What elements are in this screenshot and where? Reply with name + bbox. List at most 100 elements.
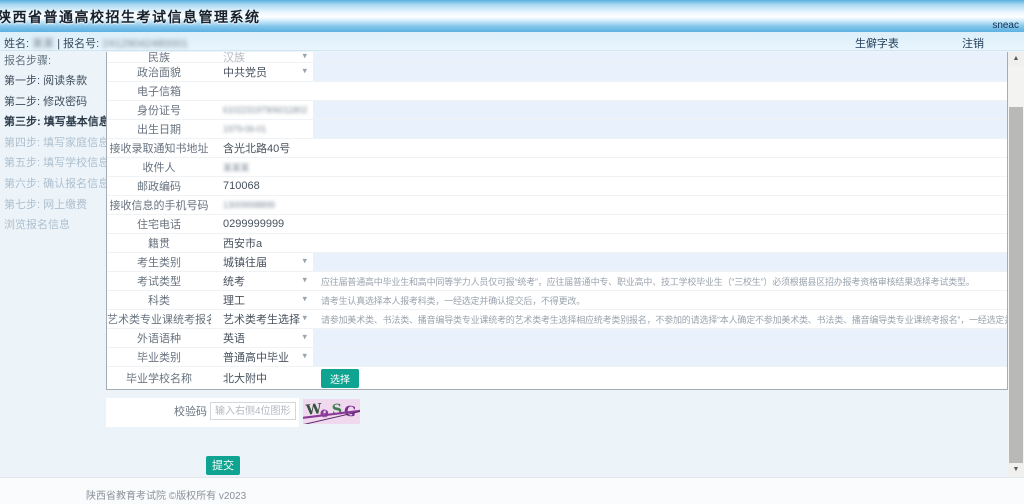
basic-info-form-panel: 民族汉族▾政治面貌中共党员▾电子信箱身份证号 610223197906011802… bbox=[106, 52, 1008, 390]
field-hint: 应往届普通高中毕业生和高中同等学力人员仅可报“统考”，应往届普通中专、职业高中、… bbox=[313, 275, 975, 288]
user-info: 姓名: 某某 | 报名号: 24129042480001 bbox=[4, 35, 188, 51]
copyright-text: 陕西省教育考试院 ©版权所有 v2023 bbox=[86, 487, 246, 502]
rare-char-table-link[interactable]: 生僻字表 bbox=[855, 38, 899, 50]
form-row-notice-address: 接收录取通知书地址含光北路40号 bbox=[107, 139, 1007, 158]
form-row-postal-code: 邮政编码710068 bbox=[107, 177, 1007, 196]
form-row-native-place: 籍贯西安市a bbox=[107, 234, 1007, 253]
chevron-down-icon: ▾ bbox=[302, 351, 307, 362]
field-value: 普通高中毕业 bbox=[223, 349, 289, 365]
form-row-graduation-category: 毕业类别普通高中毕业 ▾ bbox=[107, 348, 1007, 367]
name-label: 姓名: bbox=[4, 38, 29, 50]
exam-type-select[interactable]: 统考▾ bbox=[211, 273, 313, 289]
row-filler bbox=[313, 101, 1007, 119]
field-label: 出生日期 bbox=[107, 121, 211, 137]
row-filler: 请参加美术类、书法类、播音编导类专业课统考的艺术类考生选择相应统考类别报名，不参… bbox=[313, 310, 1007, 328]
form-row-mobile: 接收信息的手机号码 13009998899 bbox=[107, 196, 1007, 215]
row-filler: 请考生认真选择本人报考科类，一经选定并确认提交后，不得更改。 bbox=[313, 291, 1007, 309]
field-value: 含光北路40号 bbox=[223, 140, 290, 156]
chevron-down-icon: ▾ bbox=[302, 294, 307, 305]
id-number-field[interactable]: 610223197906011802 bbox=[211, 104, 313, 116]
political-status-select[interactable]: 中共党员▾ bbox=[211, 64, 313, 80]
mobile-field[interactable]: 13009998899 bbox=[211, 199, 313, 211]
subject-category-select[interactable]: 理工▾ bbox=[211, 292, 313, 308]
field-label: 毕业类别 bbox=[107, 349, 211, 365]
field-value: 北大附中 bbox=[223, 370, 267, 386]
postal-code-field[interactable]: 710068 bbox=[211, 180, 313, 192]
chevron-down-icon: ▾ bbox=[302, 313, 307, 324]
field-value: 某某某 bbox=[223, 161, 249, 174]
sidebar-item: 第五步: 填写学校信息 bbox=[0, 153, 104, 174]
form-row-subject-category: 科类理工▾请考生认真选择本人报考科类，一经选定并确认提交后，不得更改。 bbox=[107, 291, 1007, 310]
form-row-foreign-language: 外语语种英语▾ bbox=[107, 329, 1007, 348]
chevron-down-icon: ▾ bbox=[302, 256, 307, 267]
app-title: 陕西省普通高校招生考试信息管理系统 bbox=[0, 7, 261, 27]
form-row-home-phone: 住宅电话 0299999999 bbox=[107, 215, 1007, 234]
sidebar-item: 第六步: 确认报名信息 bbox=[0, 174, 104, 195]
form-row-id-number: 身份证号 610223197906011802 bbox=[107, 101, 1007, 120]
recipient-field[interactable]: 某某某 bbox=[211, 161, 313, 174]
divider: | bbox=[57, 38, 60, 50]
scroll-up-arrow-icon[interactable]: ▲ bbox=[1008, 52, 1024, 66]
field-value: 艺术类考生选择 bbox=[223, 311, 300, 327]
home-phone-field[interactable]: 0299999999 bbox=[211, 218, 313, 230]
foreign-language-select[interactable]: 英语▾ bbox=[211, 330, 313, 346]
logout-link[interactable]: 注销 bbox=[962, 38, 984, 50]
row-filler bbox=[313, 139, 1007, 157]
field-value: 13009998899 bbox=[223, 200, 275, 210]
captcha-row: 校验码 bbox=[106, 398, 299, 427]
top-banner: 陕西省普通高校招生考试信息管理系统 sneac bbox=[0, 0, 1024, 32]
row-filler bbox=[313, 196, 1007, 214]
field-value: 0299999999 bbox=[223, 218, 284, 230]
field-label: 住宅电话 bbox=[107, 216, 211, 232]
field-value: 610223197906011802 bbox=[223, 105, 307, 115]
candidate-category-select[interactable]: 城镇往届▾ bbox=[211, 254, 313, 270]
birth-date-field[interactable]: 1979-06-01 bbox=[211, 123, 313, 135]
row-filler bbox=[313, 177, 1007, 195]
field-label: 收件人 bbox=[107, 159, 211, 175]
scrollbar-thumb[interactable] bbox=[1009, 107, 1023, 463]
row-filler bbox=[313, 329, 1007, 347]
field-label: 身份证号 bbox=[107, 102, 211, 118]
form-row-ethnicity: 民族汉族▾ bbox=[107, 52, 1007, 63]
form-row-political-status: 政治面貌中共党员▾ bbox=[107, 63, 1007, 82]
captcha-image[interactable]: W e S G bbox=[303, 399, 360, 424]
field-label: 接收信息的手机号码 bbox=[107, 197, 211, 213]
form-row-candidate-category: 考生类别城镇往届▾ bbox=[107, 253, 1007, 272]
field-value: 710068 bbox=[223, 180, 260, 192]
form-row-email: 电子信箱 bbox=[107, 82, 1007, 101]
field-label: 籍贯 bbox=[107, 235, 211, 251]
page-footer: 陕西省教育考试院 ©版权所有 v2023 bbox=[0, 477, 1024, 504]
choose-school-button[interactable]: 选择 bbox=[321, 369, 359, 388]
chevron-down-icon: ▾ bbox=[302, 332, 307, 343]
scroll-down-arrow-icon[interactable]: ▼ bbox=[1008, 463, 1024, 477]
chevron-down-icon: ▾ bbox=[302, 275, 307, 286]
sidebar-item[interactable]: 第二步: 修改密码 bbox=[0, 92, 104, 113]
regno-value: 24129042480001 bbox=[102, 38, 188, 50]
field-label: 接收录取通知书地址 bbox=[107, 140, 211, 156]
sidebar-item[interactable]: 第一步: 阅读条款 bbox=[0, 71, 104, 92]
regno-label: 报名号: bbox=[63, 38, 99, 50]
native-place-field[interactable]: 西安市a bbox=[211, 235, 313, 251]
form-row-exam-type: 考试类型统考▾应往届普通高中毕业生和高中同等学力人员仅可报“统考”，应往届普通中… bbox=[107, 272, 1007, 291]
submit-button[interactable]: 提交 bbox=[206, 456, 240, 475]
row-filler bbox=[313, 120, 1007, 138]
art-unified-exam-select[interactable]: 艺术类考生选择▾ bbox=[211, 311, 313, 327]
email-field[interactable] bbox=[211, 85, 313, 97]
graduation-school-field[interactable]: 北大附中 bbox=[211, 370, 313, 386]
field-hint: 请考生认真选择本人报考科类，一经选定并确认提交后，不得更改。 bbox=[313, 294, 585, 307]
form-rows: 民族汉族▾政治面貌中共党员▾电子信箱身份证号 610223197906011802… bbox=[107, 52, 1007, 389]
field-label: 毕业学校名称 bbox=[107, 370, 211, 386]
name-value: 某某 bbox=[32, 38, 54, 50]
form-row-recipient: 收件人某某某 bbox=[107, 158, 1007, 177]
row-filler bbox=[313, 348, 1007, 366]
row-filler: 应往届普通高中毕业生和高中同等学力人员仅可报“统考”，应往届普通中专、职业高中、… bbox=[313, 272, 1007, 290]
graduation-category-select[interactable]: 普通高中毕业 ▾ bbox=[211, 349, 313, 365]
field-label: 考试类型 bbox=[107, 273, 211, 289]
captcha-input[interactable] bbox=[210, 402, 296, 420]
sidebar-item: 浏览报名信息 bbox=[0, 215, 104, 236]
user-bar-links: 生僻字表 注销 bbox=[795, 35, 984, 51]
row-filler: 选择 bbox=[313, 367, 1007, 389]
row-filler bbox=[313, 234, 1007, 252]
notice-address-field[interactable]: 含光北路40号 bbox=[211, 140, 313, 156]
sidebar-item[interactable]: 第三步: 填写基本信息 bbox=[0, 112, 104, 133]
